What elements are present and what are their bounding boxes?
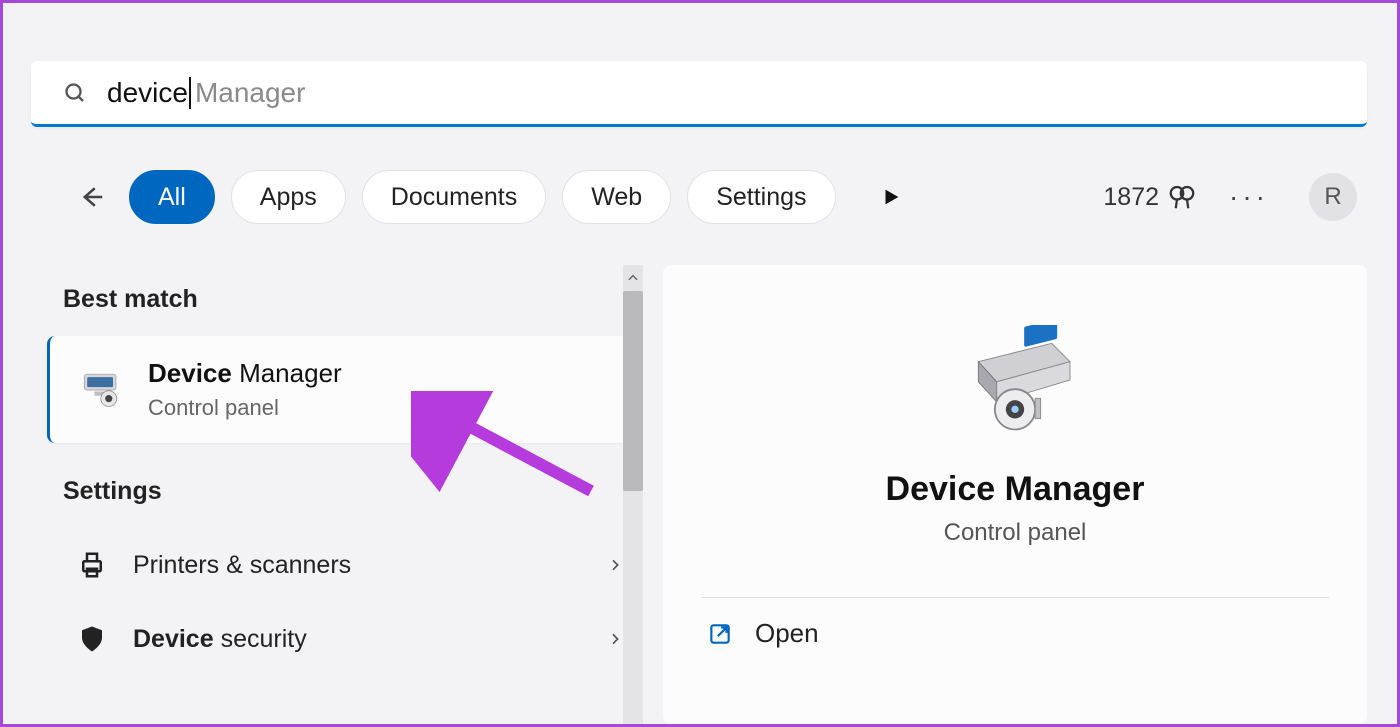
search-bar[interactable]: device Manager (31, 61, 1367, 127)
results-scrollbar[interactable] (623, 265, 643, 724)
search-suggestion-text: Manager (195, 77, 306, 109)
chevron-right-icon (607, 551, 623, 580)
rewards-points[interactable]: 1872 (1103, 182, 1197, 212)
search-typed-text: device (107, 77, 188, 109)
settings-heading: Settings (63, 477, 643, 506)
settings-item-1[interactable]: Device security (43, 602, 643, 676)
search-input[interactable]: device Manager (107, 77, 305, 109)
device-manager-icon (80, 367, 126, 413)
back-button[interactable] (73, 179, 109, 215)
filter-pills: All Apps Documents Web Settings (129, 170, 836, 224)
user-avatar[interactable]: R (1309, 173, 1357, 221)
settings-item-label: Printers & scanners (133, 551, 351, 580)
medal-icon (1167, 182, 1197, 212)
text-cursor (189, 77, 191, 109)
results-list: Best match Device Manager Control panel … (43, 261, 643, 724)
search-icon (63, 81, 87, 105)
detail-subtitle: Control panel (663, 519, 1367, 547)
settings-item-label: Device security (133, 625, 307, 654)
detail-title: Device Manager (663, 470, 1367, 509)
filter-row: All Apps Documents Web Settings 1872 ··· R (73, 169, 1357, 225)
more-filters-button[interactable] (876, 182, 906, 212)
filter-apps[interactable]: Apps (231, 170, 346, 224)
avatar-initial: R (1324, 183, 1341, 211)
detail-action-open[interactable]: Open (707, 618, 1367, 649)
detail-action-label: Open (755, 618, 819, 649)
chevron-right-icon (607, 625, 623, 654)
best-match-heading: Best match (63, 285, 643, 314)
settings-item-0[interactable]: Printers & scanners (43, 528, 643, 602)
scroll-thumb[interactable] (623, 291, 643, 491)
filter-all[interactable]: All (129, 170, 215, 224)
detail-panel: Device Manager Control panel Open (663, 265, 1367, 724)
open-icon (707, 621, 733, 647)
best-match-subtitle: Control panel (148, 395, 342, 421)
more-options-button[interactable]: ··· (1229, 181, 1269, 213)
detail-divider (701, 597, 1329, 598)
best-match-result[interactable]: Device Manager Control panel (47, 336, 643, 443)
filter-documents[interactable]: Documents (362, 170, 546, 224)
scroll-up-button[interactable] (623, 265, 643, 291)
detail-device-manager-icon (950, 325, 1080, 435)
best-match-title: Device Manager (148, 358, 342, 389)
rewards-points-value: 1872 (1103, 183, 1159, 212)
filter-settings[interactable]: Settings (687, 170, 835, 224)
filter-web[interactable]: Web (562, 170, 671, 224)
